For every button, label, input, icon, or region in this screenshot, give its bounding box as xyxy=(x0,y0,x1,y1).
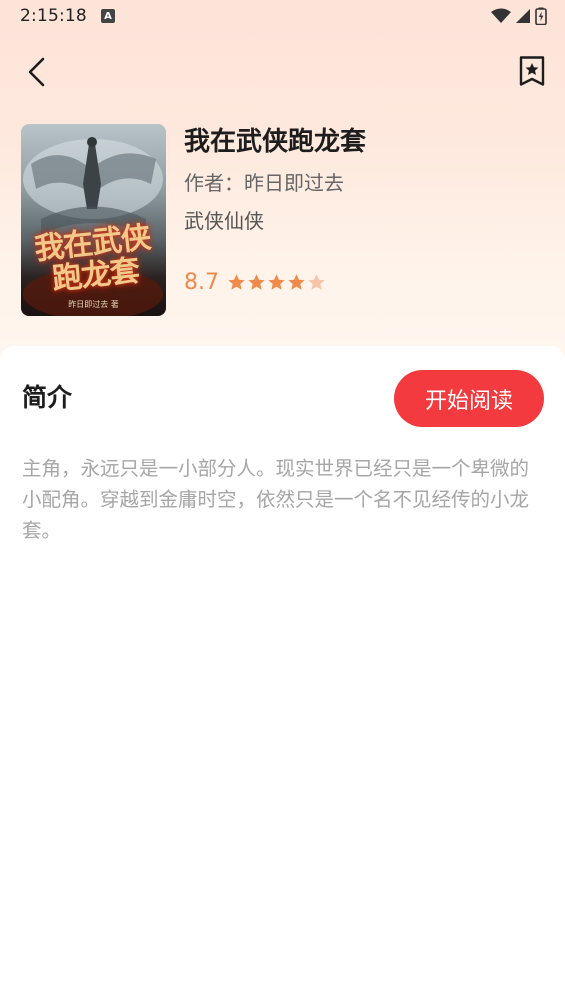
intro-panel xyxy=(0,346,565,1004)
star-filled-icon xyxy=(228,273,245,290)
notification-icon: A xyxy=(100,9,115,23)
star-filled-icon xyxy=(268,273,285,290)
book-title: 我在武侠跑龙套 xyxy=(184,127,367,157)
status-left: 2:15:18 A xyxy=(20,6,115,26)
bookmark-button[interactable] xyxy=(517,54,547,88)
intro-text: 主角，永远只是一小部分人。现实世界已经只是一个卑微的小配角。穿越到金庸时空，依然… xyxy=(22,457,530,542)
book-author: 作者：昨日即过去 xyxy=(184,171,344,195)
status-icons xyxy=(491,7,547,25)
start-reading-button[interactable]: 开始阅读 xyxy=(394,370,544,427)
chevron-left-icon xyxy=(28,57,45,87)
star-empty-icon xyxy=(308,273,325,290)
rating-score: 8.7 xyxy=(184,269,219,295)
status-bar: 2:15:18 A xyxy=(0,0,565,32)
rating-row: 8.7 xyxy=(184,266,326,298)
battery-icon xyxy=(535,7,547,25)
intro-heading: 简介 xyxy=(22,383,73,412)
status-time: 2:15:18 xyxy=(20,6,87,26)
bookmark-star-icon xyxy=(519,56,545,86)
star-filled-icon xyxy=(248,273,265,290)
wifi-icon xyxy=(491,8,511,23)
back-button[interactable] xyxy=(18,52,54,92)
star-filled-icon xyxy=(288,273,305,290)
book-cover[interactable]: 我在武侠跑龙套 昨日即过去 著 xyxy=(21,124,166,316)
cover-author: 昨日即过去 著 xyxy=(68,300,119,309)
rating-stars xyxy=(227,273,326,292)
signal-icon xyxy=(516,9,530,23)
book-category[interactable]: 武侠仙侠 xyxy=(184,206,264,236)
